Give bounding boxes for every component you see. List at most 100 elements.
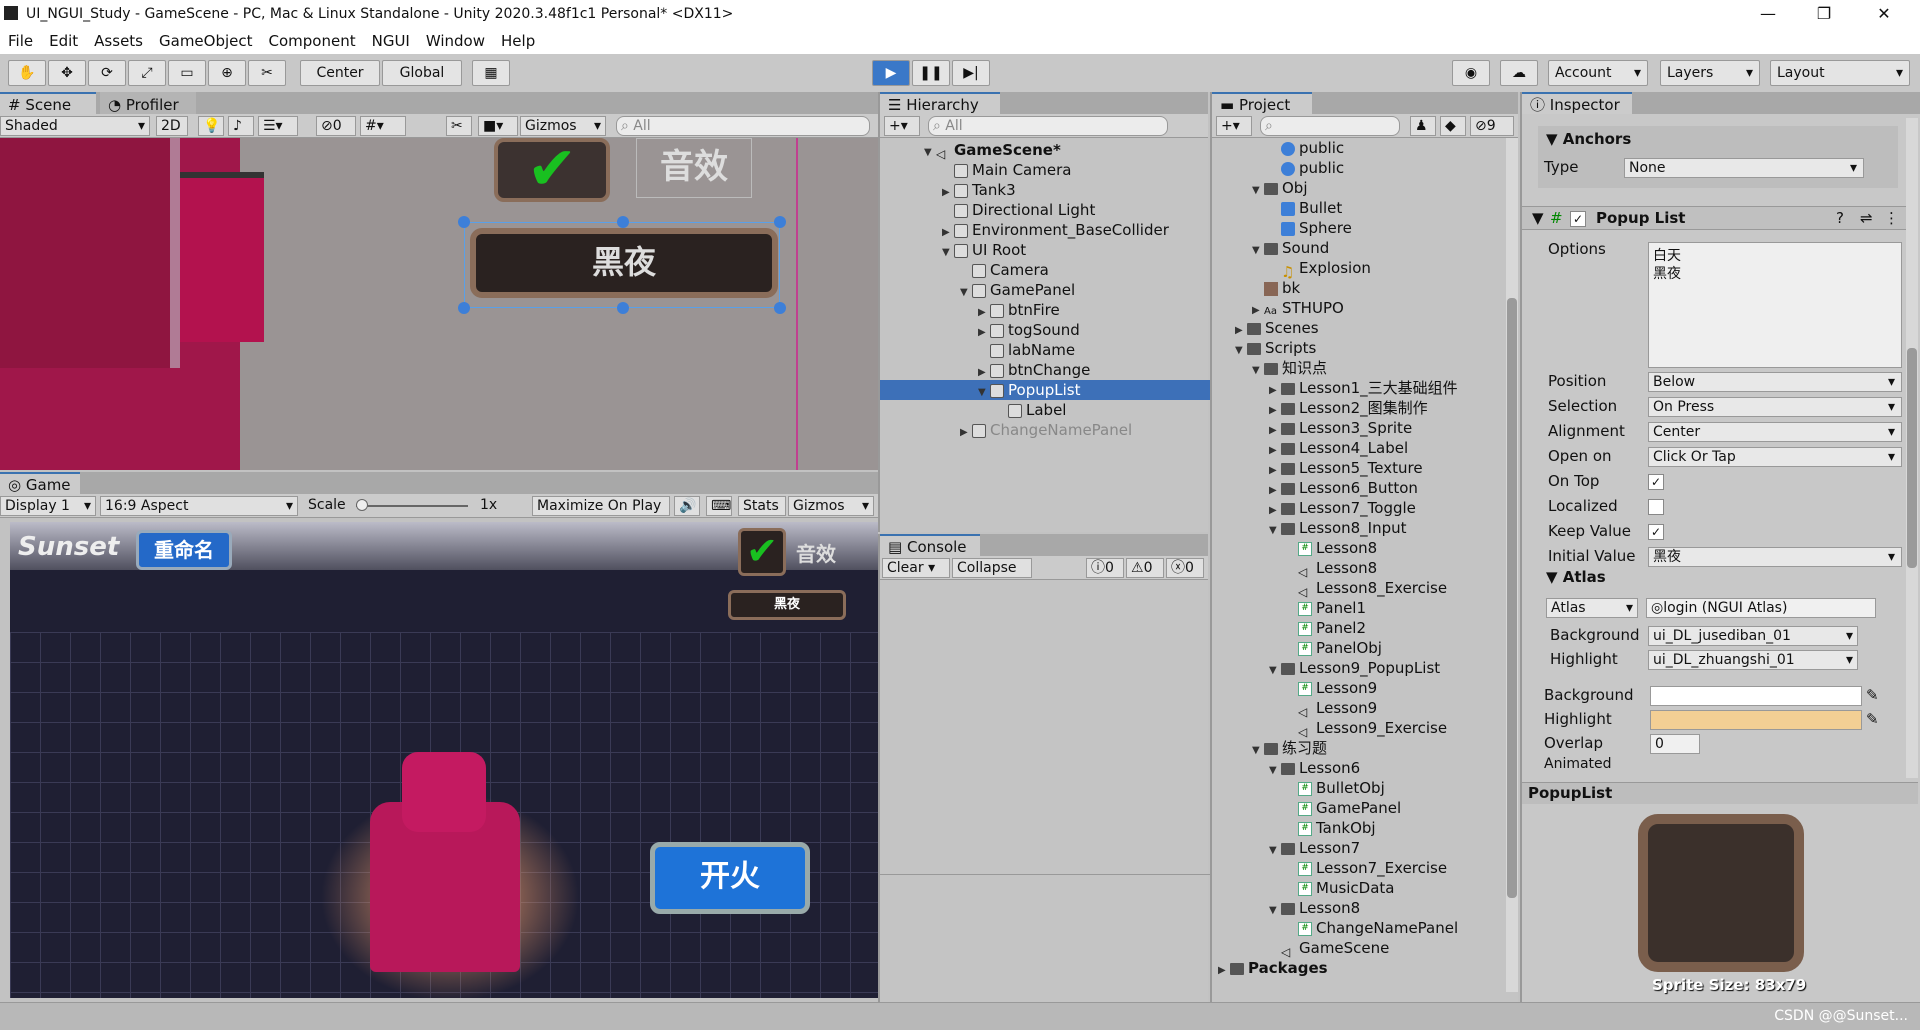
tree-item[interactable]: # PanelObj xyxy=(1212,638,1502,658)
handle-bl[interactable] xyxy=(458,302,470,314)
eyedropper-icon[interactable]: ✎ xyxy=(1866,710,1879,728)
project-create-button[interactable]: +▾ xyxy=(1216,116,1252,136)
tree-item[interactable]: ▶ Aa STHUPO xyxy=(1212,298,1502,318)
collapse-button[interactable]: Collapse xyxy=(952,558,1032,578)
layers-dropdown[interactable]: Layers ▾ xyxy=(1660,60,1760,86)
project-search-input[interactable]: ⌕ xyxy=(1260,116,1400,136)
tree-item[interactable]: ▶ Scenes xyxy=(1212,318,1502,338)
tree-item[interactable]: Bullet xyxy=(1212,198,1502,218)
component-header[interactable]: ▼ # ✓ Popup List ? ⇌ ⋮ xyxy=(1522,206,1918,230)
component-foldout[interactable]: ▼ xyxy=(1532,209,1544,227)
lighting-toggle-icon[interactable]: 💡 xyxy=(198,116,224,136)
tree-item[interactable]: ▼ Lesson7 xyxy=(1212,838,1502,858)
background-sprite-dropdown[interactable]: ui_DL_jusediban_01 ▾ xyxy=(1648,626,1858,646)
menu-gameobject[interactable]: GameObject xyxy=(159,32,253,50)
tree-item[interactable]: ▼ Obj xyxy=(1212,178,1502,198)
tools-icon[interactable]: ✂ xyxy=(446,116,472,136)
grid-toggle-icon[interactable]: #▾ xyxy=(360,116,406,136)
tree-item[interactable]: Label xyxy=(880,400,1210,420)
audio-toggle-icon[interactable]: ♪ xyxy=(228,116,254,136)
options-textarea[interactable]: 白天 黑夜 xyxy=(1648,242,1902,368)
tree-item[interactable]: Camera xyxy=(880,260,1210,280)
rename-button[interactable]: 重命名 xyxy=(136,530,232,570)
menu-file[interactable]: File xyxy=(8,32,33,50)
tab-project[interactable]: ▬ Project xyxy=(1212,92,1312,114)
atlas-object-field[interactable]: ◎login (NGUI Atlas) xyxy=(1646,598,1876,618)
property-checkbox[interactable]: ✓ xyxy=(1648,524,1664,540)
transform-tool-icon[interactable]: ⊕ xyxy=(208,60,246,86)
tree-item[interactable]: ◁ Lesson8 xyxy=(1212,558,1502,579)
grid-snap-icon[interactable]: ▦ xyxy=(472,60,510,86)
tab-scene[interactable]: # Scene xyxy=(0,92,96,114)
tree-item[interactable]: ▶ btnFire xyxy=(880,300,1210,320)
tree-item[interactable]: ▼ Lesson8 xyxy=(1212,898,1502,918)
game-viewport[interactable]: Sunset 重命名 ✔ 音效 黑夜 开火 xyxy=(10,522,878,998)
filter-type-icon[interactable]: ♟ xyxy=(1410,116,1436,136)
anchor-type-dropdown[interactable]: None ▾ xyxy=(1624,158,1864,178)
tree-item[interactable]: public xyxy=(1212,138,1502,158)
log-count-button[interactable]: ⓘ0 xyxy=(1086,558,1124,578)
pause-button[interactable]: ❚❚ xyxy=(912,60,950,86)
create-button[interactable]: +▾ xyxy=(884,116,920,136)
tree-item[interactable]: ◁ Lesson8_Exercise xyxy=(1212,578,1502,599)
menu-help[interactable]: Help xyxy=(501,32,535,50)
filter-label-icon[interactable]: ◆ xyxy=(1440,116,1466,136)
menu-window[interactable]: Window xyxy=(426,32,485,50)
tree-item[interactable]: bk xyxy=(1212,278,1502,298)
hidden-packages-icon[interactable]: ⊘9 xyxy=(1470,116,1514,136)
stats-toggle[interactable]: Stats xyxy=(738,496,786,516)
minimize-button[interactable]: — xyxy=(1740,0,1796,28)
tree-item[interactable]: # Panel2 xyxy=(1212,618,1502,638)
tree-item[interactable]: ▶ Lesson7_Toggle xyxy=(1212,498,1502,518)
scale-tool-icon[interactable]: ⤢ xyxy=(128,60,166,86)
move-tool-icon[interactable]: ✥ xyxy=(48,60,86,86)
handle-tl[interactable] xyxy=(458,216,470,228)
play-button[interactable]: ▶ xyxy=(872,60,910,86)
anchors-header[interactable]: ▼ Anchors xyxy=(1546,130,1631,148)
tree-item[interactable]: # Lesson7_Exercise xyxy=(1212,858,1502,878)
menu-component[interactable]: Component xyxy=(269,32,356,50)
tree-item[interactable]: ▶ Environment_BaseCollider xyxy=(880,220,1210,240)
maximize-button[interactable]: ❐ xyxy=(1796,0,1852,28)
pivot-center-button[interactable]: Center xyxy=(300,60,380,86)
tree-item[interactable]: ◁ GameScene xyxy=(1212,938,1502,959)
cloud-icon[interactable]: ☁ xyxy=(1500,60,1538,86)
collab-icon[interactable]: ◉ xyxy=(1452,60,1490,86)
handle-tr[interactable] xyxy=(774,216,786,228)
overlap-field[interactable]: 0 xyxy=(1650,734,1700,754)
tree-item[interactable]: ▼ Sound xyxy=(1212,238,1502,258)
tree-item[interactable]: ▶ Tank3 xyxy=(880,180,1210,200)
property-dropdown[interactable]: On Press ▾ xyxy=(1648,397,1902,417)
sound-toggle-checkbox[interactable]: ✔ xyxy=(738,528,786,576)
inspector-scroll-thumb[interactable] xyxy=(1907,348,1917,568)
tree-item[interactable]: labName xyxy=(880,340,1210,360)
tree-item[interactable]: ▼ 练习题 xyxy=(1212,738,1502,758)
scene-search-input[interactable]: ⌕ All xyxy=(616,116,870,136)
property-checkbox[interactable] xyxy=(1648,499,1664,515)
highlight-color-field[interactable] xyxy=(1650,710,1862,730)
tab-game[interactable]: ◎ Game xyxy=(0,472,80,494)
tree-item[interactable]: ▼ UI Root xyxy=(880,240,1210,260)
tree-item[interactable]: Main Camera xyxy=(880,160,1210,180)
inspector-scrollbar[interactable] xyxy=(1906,118,1918,778)
property-dropdown[interactable]: Click Or Tap ▾ xyxy=(1648,447,1902,467)
tree-item[interactable]: Sphere xyxy=(1212,218,1502,238)
tree-item[interactable]: # ChangeNamePanel xyxy=(1212,918,1502,938)
property-dropdown[interactable]: Center ▾ xyxy=(1648,422,1902,442)
tree-item[interactable]: # Lesson8 xyxy=(1212,538,1502,558)
scene-viewport[interactable]: ✔ 音效 黑夜 xyxy=(0,138,878,470)
layout-dropdown[interactable]: Layout ▾ xyxy=(1770,60,1910,86)
tab-hierarchy[interactable]: ☰ Hierarchy xyxy=(880,92,1000,114)
hand-tool-icon[interactable]: ✋ xyxy=(8,60,46,86)
tree-item[interactable]: ▶ Lesson5_Texture xyxy=(1212,458,1502,478)
custom-tool-icon[interactable]: ✂ xyxy=(248,60,286,86)
tree-item[interactable]: ◁ Lesson9 xyxy=(1212,698,1502,719)
tree-item[interactable]: # BulletObj xyxy=(1212,778,1502,798)
tree-item[interactable]: ▼ Lesson8_Input xyxy=(1212,518,1502,538)
hierarchy-search-input[interactable]: ⌕ All xyxy=(928,116,1168,136)
tree-item[interactable]: ▼ 知识点 xyxy=(1212,358,1502,378)
mute-audio-icon[interactable]: 🔊 xyxy=(674,496,700,516)
tree-item[interactable]: ▶ Packages xyxy=(1212,958,1502,978)
keyboard-icon[interactable]: ⌨ xyxy=(706,496,732,516)
component-enabled-checkbox[interactable]: ✓ xyxy=(1570,211,1586,227)
